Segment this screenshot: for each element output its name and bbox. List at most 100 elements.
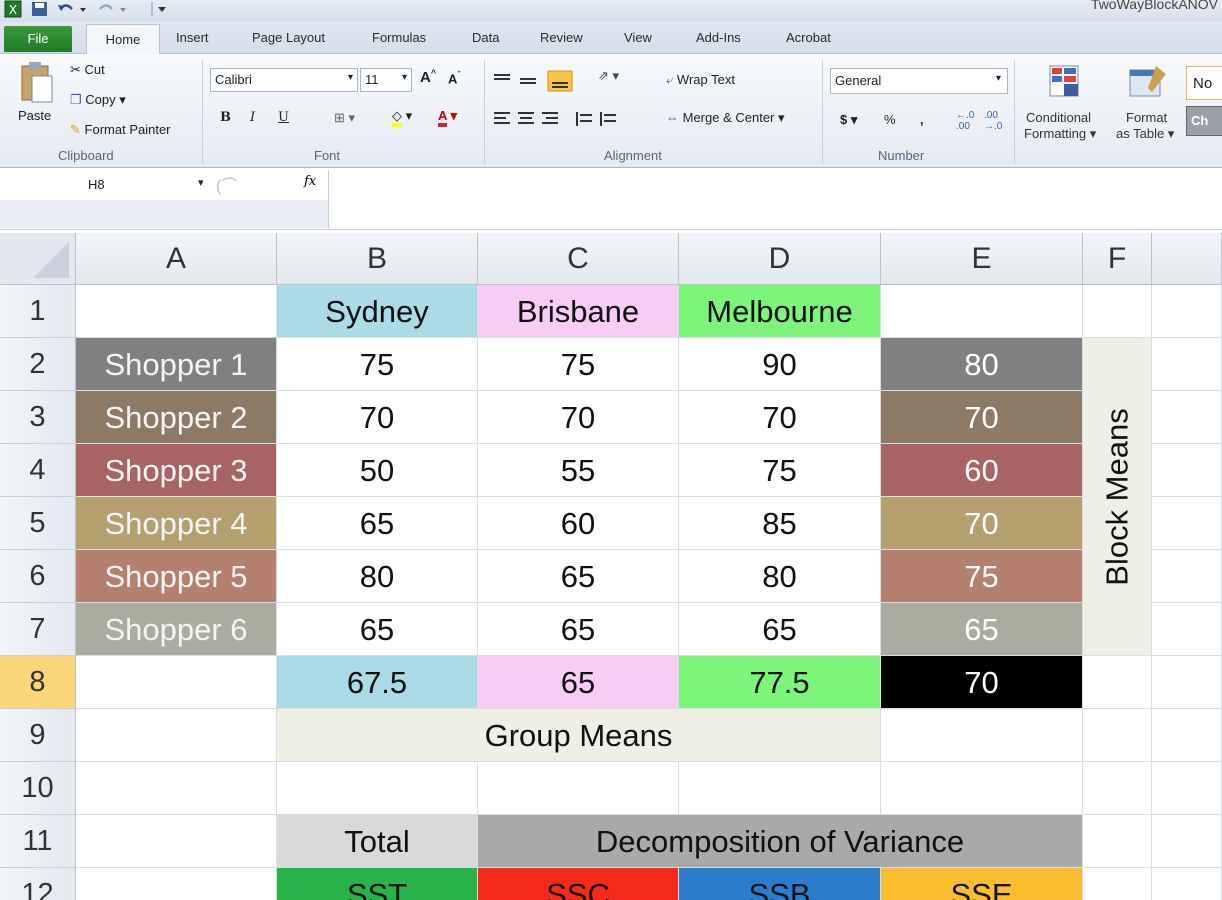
column-header-e[interactable]: E (881, 233, 1083, 285)
row-header-5[interactable]: 5 (0, 497, 76, 550)
grid-cell[interactable] (1152, 603, 1222, 656)
block-mean-cell[interactable]: 60 (881, 444, 1083, 497)
shopper-label[interactable]: Shopper 4 (76, 497, 277, 550)
number-format-select[interactable]: General ▾ (830, 68, 1008, 94)
tab-add-ins[interactable]: Add-Ins (696, 28, 741, 48)
grid-cell[interactable] (1152, 656, 1222, 709)
format-painter-button[interactable]: ✎ Format Painter (70, 122, 171, 138)
shopper-label[interactable]: Shopper 1 (76, 338, 277, 391)
format-as-table-button[interactable]: as Table ▾ (1116, 126, 1174, 142)
data-cell[interactable]: 65 (679, 603, 881, 656)
tab-acrobat[interactable]: Acrobat (786, 28, 831, 48)
decrease-decimal-icon[interactable]: .00 →.0 (984, 110, 1002, 132)
tab-file[interactable]: File (4, 26, 72, 52)
grid-cell[interactable] (1083, 762, 1152, 815)
grid-cell[interactable] (679, 762, 881, 815)
grand-mean-cell[interactable]: 70 (881, 656, 1083, 709)
grid-cell[interactable] (76, 868, 277, 900)
percent-button[interactable]: % (884, 112, 896, 127)
grid-cell[interactable] (76, 709, 277, 762)
shopper-label[interactable]: Shopper 6 (76, 603, 277, 656)
customize-toolbar-icon[interactable] (150, 0, 170, 18)
grid-cell[interactable] (1152, 762, 1222, 815)
cut-button[interactable]: ✂ Cut (70, 62, 105, 78)
conditional-formatting-button[interactable]: Conditional (1026, 110, 1091, 125)
block-mean-cell[interactable]: 70 (881, 391, 1083, 444)
currency-button[interactable]: $ ▾ (840, 112, 857, 128)
ss-ssc-cell[interactable]: SSC (478, 868, 679, 900)
row-header-12[interactable]: 12 (0, 868, 76, 900)
block-mean-cell[interactable]: 70 (881, 497, 1083, 550)
city-header-melbourne[interactable]: Melbourne (679, 285, 881, 338)
grid-cell[interactable] (76, 815, 277, 868)
row-header-3[interactable]: 3 (0, 391, 76, 444)
row-header-8[interactable]: 8 (0, 656, 76, 709)
style-check-cell[interactable]: Ch (1186, 106, 1222, 136)
grid-cell[interactable] (1152, 444, 1222, 497)
formula-input[interactable] (328, 170, 1222, 228)
column-header-d[interactable]: D (679, 233, 881, 285)
vertical-align-icons[interactable] (492, 68, 582, 94)
tab-insert[interactable]: Insert (176, 28, 209, 48)
group-mean-cell[interactable]: 77.5 (679, 656, 881, 709)
paste-icon[interactable] (18, 60, 56, 106)
data-cell[interactable]: 75 (277, 338, 478, 391)
decomposition-label[interactable]: Decomposition of Variance (478, 815, 1083, 868)
grid-cell[interactable] (881, 762, 1083, 815)
row-header-7[interactable]: 7 (0, 603, 76, 656)
ss-sst-cell[interactable]: SST (277, 868, 478, 900)
copy-button[interactable]: ❐ Copy ▾ (70, 92, 126, 108)
underline-button[interactable]: U (278, 110, 289, 125)
grid-cell[interactable] (277, 762, 478, 815)
horizontal-align-icons[interactable] (492, 108, 642, 130)
italic-button[interactable]: I (250, 110, 255, 125)
fill-color-icon[interactable]: ◇ ▾ (392, 108, 412, 127)
data-cell[interactable]: 80 (679, 550, 881, 603)
column-header-c[interactable]: C (478, 233, 679, 285)
grid-cell[interactable] (1152, 497, 1222, 550)
grid-cell[interactable] (1152, 815, 1222, 868)
redo-icon[interactable] (96, 0, 130, 18)
row-header-10[interactable]: 10 (0, 762, 76, 815)
format-as-table-icon[interactable] (1126, 62, 1170, 102)
data-cell[interactable]: 80 (277, 550, 478, 603)
group-mean-cell[interactable]: 65 (478, 656, 679, 709)
total-label[interactable]: Total (277, 815, 478, 868)
data-cell[interactable]: 85 (679, 497, 881, 550)
grid-cell[interactable] (881, 709, 1083, 762)
grid-cell[interactable] (76, 762, 277, 815)
data-cell[interactable]: 75 (679, 444, 881, 497)
block-mean-cell[interactable]: 65 (881, 603, 1083, 656)
ss-sse-cell[interactable]: SSE (881, 868, 1083, 900)
tab-formulas[interactable]: Formulas (372, 28, 426, 48)
shopper-label[interactable]: Shopper 2 (76, 391, 277, 444)
shopper-label[interactable]: Shopper 3 (76, 444, 277, 497)
data-cell[interactable]: 65 (277, 603, 478, 656)
row-header-11[interactable]: 11 (0, 815, 76, 868)
font-size-select[interactable]: 11 ▾ (360, 68, 412, 92)
grid-cell[interactable] (1083, 656, 1152, 709)
orientation-icon[interactable]: ⇗ ▾ (598, 68, 619, 84)
city-header-sydney[interactable]: Sydney (277, 285, 478, 338)
data-cell[interactable]: 70 (277, 391, 478, 444)
grid-cell[interactable] (1152, 709, 1222, 762)
increase-decimal-icon[interactable]: ←.0.00 (956, 110, 974, 132)
tab-home[interactable]: Home (86, 24, 160, 54)
name-box[interactable]: H8 (4, 172, 200, 198)
grow-font-icon[interactable]: A^ (420, 68, 436, 86)
name-box-dropdown-icon[interactable]: ▾ (198, 176, 204, 189)
data-cell[interactable]: 50 (277, 444, 478, 497)
grid-cell[interactable] (478, 762, 679, 815)
data-cell[interactable]: 65 (277, 497, 478, 550)
comma-button[interactable]: , (920, 112, 924, 127)
shopper-label[interactable]: Shopper 5 (76, 550, 277, 603)
grid-cell[interactable] (76, 285, 277, 338)
paste-button[interactable]: Paste (18, 108, 51, 123)
column-header-b[interactable]: B (277, 233, 478, 285)
row-header-2[interactable]: 2 (0, 338, 76, 391)
data-cell[interactable]: 90 (679, 338, 881, 391)
column-header-f[interactable]: F (1083, 233, 1152, 285)
data-cell[interactable]: 75 (478, 338, 679, 391)
data-cell[interactable]: 60 (478, 497, 679, 550)
select-all-corner[interactable] (0, 233, 76, 285)
